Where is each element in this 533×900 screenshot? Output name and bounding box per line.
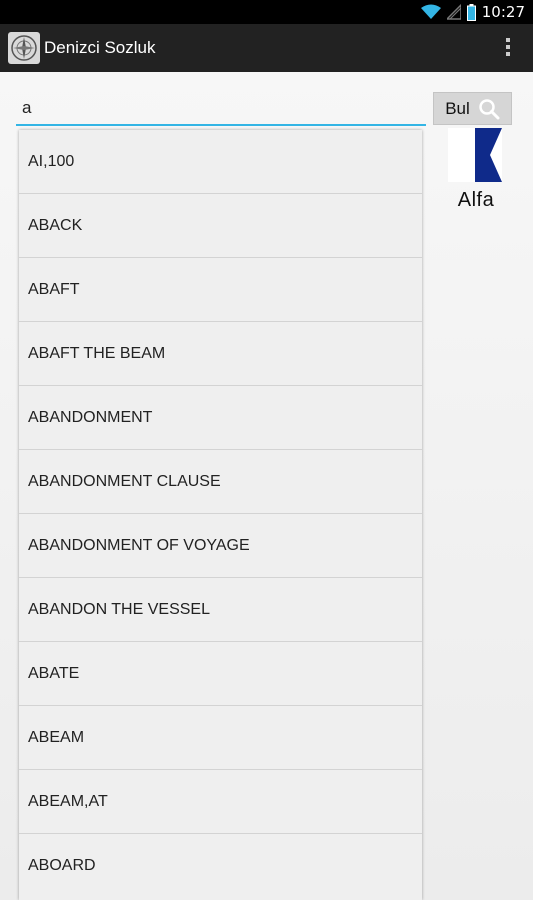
action-bar: Denizci Sozluk [0,24,533,72]
suggestion-item[interactable]: ABAFT [19,258,422,322]
search-input[interactable] [16,92,426,126]
suggestion-item[interactable]: ABANDON THE VESSEL [19,578,422,642]
suggestion-item[interactable]: ABOARD [19,834,422,898]
battery-icon [466,3,476,21]
alfa-flag-icon [448,128,502,182]
status-icons: 10:27 [420,2,525,22]
search-button-label: Bul [445,98,470,118]
main-content: Bul Alfa AI,100 ABACK ABAFT ABAFT THE BE… [0,72,533,900]
suggestion-item[interactable]: ABEAM,AT [19,770,422,834]
suggestion-item[interactable]: ABANDONMENT [19,386,422,450]
search-icon [479,98,500,119]
suggestion-item[interactable]: ABANDONMENT CLAUSE [19,450,422,514]
flag-label: Alfa [457,189,495,211]
suggestion-item[interactable]: ABEAM [19,706,422,770]
overflow-menu-icon[interactable] [505,36,511,60]
search-button[interactable]: Bul [433,92,512,125]
suggestion-item[interactable]: ABACK [19,194,422,258]
signal-icon [446,4,461,20]
wifi-icon [420,4,441,19]
suggestion-item[interactable]: ABATE [19,642,422,706]
suggestion-item[interactable]: ABANDONMENT OF VOYAGE [19,514,422,578]
app-title: Denizci Sozluk [44,38,156,57]
status-bar: 10:27 [0,0,533,24]
suggestion-dropdown[interactable]: AI,100 ABACK ABAFT ABAFT THE BEAM ABANDO… [19,130,422,900]
suggestion-item[interactable]: ABAFT THE BEAM [19,322,422,386]
status-time: 10:27 [481,3,525,21]
compass-icon[interactable] [8,32,40,64]
suggestion-item[interactable]: AI,100 [19,130,422,194]
flag-panel: Alfa [446,128,506,212]
